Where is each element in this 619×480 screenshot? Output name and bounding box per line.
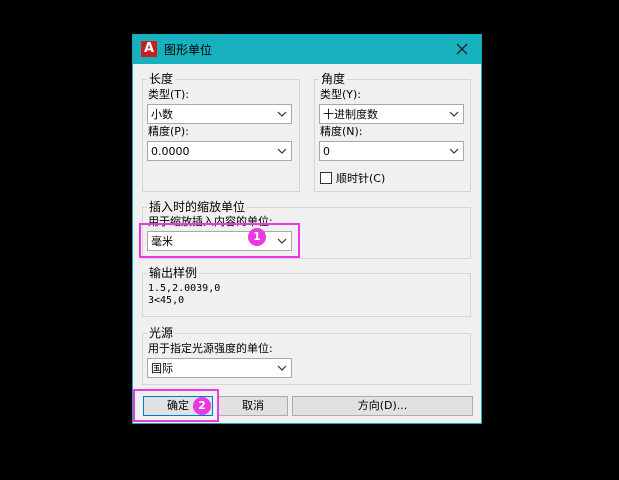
sample-output-group-title: 输出样例 <box>147 266 200 280</box>
length-group-title: 长度 <box>147 72 176 86</box>
insertion-scale-group-title: 插入时的缩放单位 <box>147 200 248 214</box>
chevron-down-icon <box>449 111 459 117</box>
highlight-insertion-scale <box>139 223 300 258</box>
angle-precision-label: 精度(N): <box>320 125 363 138</box>
chevron-down-icon <box>277 111 287 117</box>
annotation-badge-2: 2 <box>193 397 211 415</box>
close-icon[interactable] <box>453 40 471 58</box>
angle-group-title: 角度 <box>319 72 348 86</box>
annotation-badge-1: 1 <box>248 228 266 246</box>
chevron-down-icon <box>277 148 287 154</box>
length-type-value: 小数 <box>151 108 173 121</box>
length-precision-select[interactable]: 0.0000 <box>147 141 292 161</box>
autocad-app-icon: A <box>141 41 157 57</box>
cancel-button[interactable]: 取消 <box>218 396 288 416</box>
angle-type-value: 十进制度数 <box>323 108 378 121</box>
length-type-select[interactable]: 小数 <box>147 104 292 124</box>
chevron-down-icon <box>277 365 287 371</box>
angle-type-select[interactable]: 十进制度数 <box>319 104 464 124</box>
direction-button[interactable]: 方向(D)... <box>292 396 473 416</box>
clockwise-checkbox[interactable] <box>320 172 332 184</box>
length-precision-label: 精度(P): <box>148 125 189 138</box>
dialog-title: 图形单位 <box>164 43 213 57</box>
lighting-units-value: 国际 <box>151 362 173 375</box>
angle-precision-select[interactable]: 0 <box>319 141 464 161</box>
lighting-units-select[interactable]: 国际 <box>147 358 292 378</box>
angle-type-label: 类型(Y): <box>320 88 362 101</box>
sample-output-line-2: 3<45,0 <box>148 295 185 306</box>
length-precision-value: 0.0000 <box>151 145 190 158</box>
angle-precision-value: 0 <box>323 145 330 158</box>
title-bar[interactable]: A 图形单位 <box>133 35 481 64</box>
length-type-label: 类型(T): <box>148 88 190 101</box>
lighting-group-title: 光源 <box>147 326 176 340</box>
chevron-down-icon <box>449 148 459 154</box>
clockwise-label[interactable]: 顺时针(C) <box>336 172 385 185</box>
lighting-units-description: 用于指定光源强度的单位: <box>148 342 273 355</box>
